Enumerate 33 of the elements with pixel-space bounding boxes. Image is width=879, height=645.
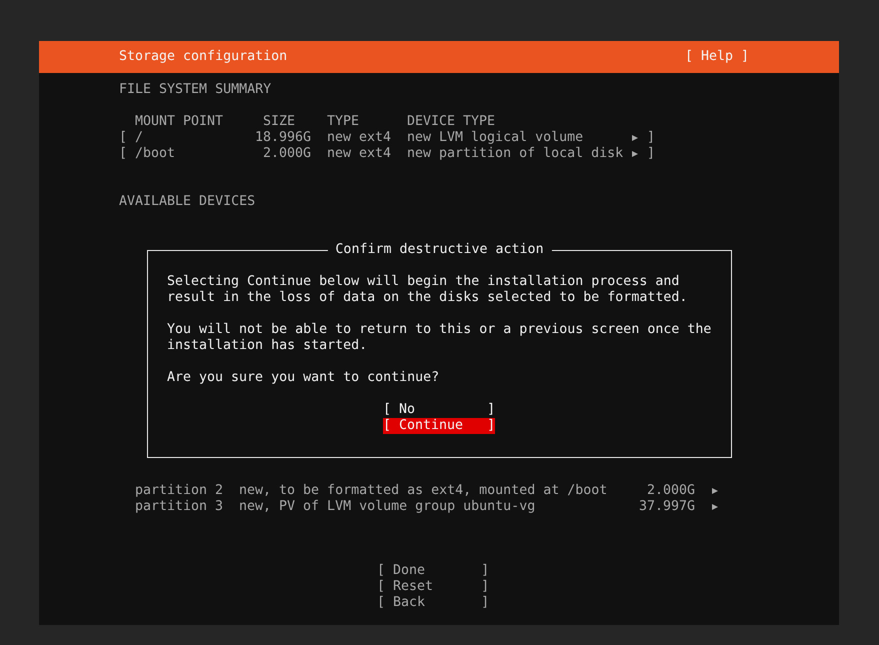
column-header: DEVICE TYPE: [407, 114, 496, 130]
partition-description: new, PV of LVM volume group ubuntu-vg: [239, 499, 536, 515]
section-heading: FILE SYSTEM SUMMARY: [119, 82, 272, 98]
column-header: MOUNT POINT: [135, 114, 224, 130]
partition-size: 37.997G: [638, 499, 695, 515]
action-button[interactable]: [ Back ]: [377, 595, 490, 611]
table-cell-text: new ext4: [327, 130, 392, 146]
bracket: ]: [647, 130, 655, 146]
bracket: [: [119, 146, 128, 162]
column-header: SIZE: [263, 114, 296, 129]
action-button[interactable]: [ Reset ]: [377, 579, 490, 595]
bracket: [: [119, 130, 128, 146]
dialog-message: Are you sure you want to continue?: [167, 370, 440, 386]
partition-description: new, to be formatted as ext4, mounted at /boot: [239, 483, 608, 499]
dialog-message: Selecting Continue below will begin the installation process and result in the loss of data on the disks selected to be formatted.: [167, 274, 688, 306]
table-cell-text: new partition of local disk: [407, 146, 624, 162]
dialog-button[interactable]: [ No ]: [383, 402, 496, 418]
window-title: Storage configuration: [119, 49, 288, 65]
section-heading: AVAILABLE DEVICES: [119, 194, 256, 210]
table-cell-text: /boot: [135, 146, 176, 162]
action-button[interactable]: [ Done ]: [377, 563, 490, 579]
partition-size: 2.000G: [646, 483, 695, 499]
column-header: TYPE: [327, 114, 360, 130]
table-cell-text: /: [135, 130, 144, 146]
partition-name: partition 2: [135, 483, 224, 499]
dialog-button[interactable]: [ Continue ]: [383, 418, 496, 434]
dialog-message: You will not be able to return to this or a previous screen once the installation has started.: [167, 322, 712, 354]
table-cell-text: new ext4: [327, 146, 392, 162]
bracket: ]: [647, 146, 655, 162]
partition-name: partition 3: [135, 499, 224, 515]
table-cell-text: new LVM logical volume: [407, 130, 584, 146]
table-cell-text: 2.000G: [262, 146, 311, 162]
table-cell: 18.996G: [255, 130, 311, 146]
